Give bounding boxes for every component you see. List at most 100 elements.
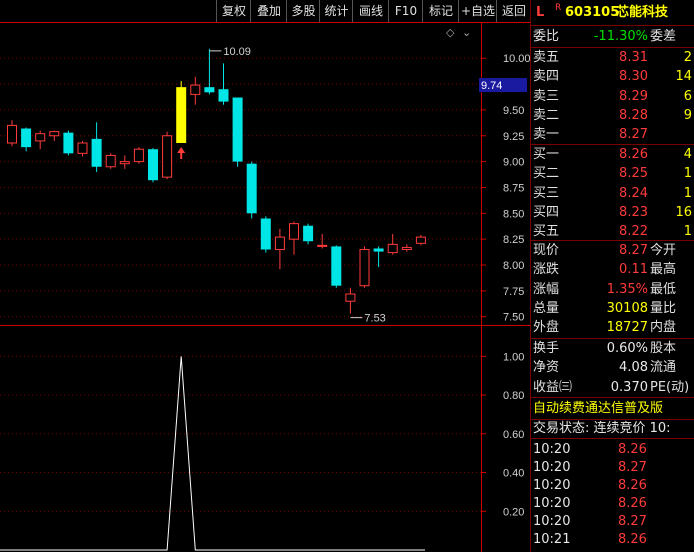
order-ratio-value: -11.30% xyxy=(593,29,648,44)
quote2-label2: PE(动) xyxy=(650,379,690,395)
asks-value: 8.28 xyxy=(619,107,648,123)
candle-body xyxy=(148,149,158,181)
quote-label: 涨跌 xyxy=(533,262,560,278)
toolbar-btn-7[interactable]: +自选 xyxy=(458,0,497,22)
bids-value: 8.25 xyxy=(619,166,648,182)
bids-value: 8.23 xyxy=(619,204,648,220)
toolbar-btn-5[interactable]: F10 xyxy=(388,0,423,22)
quote-label2: 今开 xyxy=(650,243,677,258)
quote-label: 外盘 xyxy=(533,320,560,336)
bids-value: 8.26 xyxy=(619,147,648,162)
asks-vol: 14 xyxy=(675,69,692,85)
bids-row-4[interactable]: 买五 1 8.22 xyxy=(530,222,694,241)
candle-body xyxy=(274,236,285,251)
candle-body xyxy=(176,87,187,143)
bids-row-2[interactable]: 买三 1 8.24 xyxy=(530,184,694,203)
tick-time: 10:21 xyxy=(533,532,571,547)
quote2-value: 0.370 xyxy=(610,379,648,395)
asks-vol: 6 xyxy=(683,88,692,104)
toolbar-btn-1[interactable]: 叠加 xyxy=(250,0,287,22)
bids-label: 买三 xyxy=(533,185,560,201)
candle-body xyxy=(289,223,299,240)
bids-label: 买四 xyxy=(533,204,560,220)
candle-body xyxy=(204,87,215,93)
candle-body xyxy=(415,236,426,244)
quote-row-0[interactable]: 现价 今开 8.27 xyxy=(530,241,694,260)
toolbar-btn-2[interactable]: 多股 xyxy=(286,0,320,22)
asks-row-2[interactable]: 卖三 6 8.29 xyxy=(530,87,694,106)
candle-body xyxy=(49,131,60,137)
candle-body xyxy=(7,124,17,144)
price-tick-label: 8.25 xyxy=(503,234,524,246)
quote2-label: 收益㈢ xyxy=(533,379,573,395)
bids-row-1[interactable]: 买二 1 8.25 xyxy=(530,164,694,183)
bids-label: 买五 xyxy=(533,224,560,240)
bids-vol: 1 xyxy=(683,166,692,182)
kline-chart[interactable]: 10.009.759.509.259.008.758.508.258.007.7… xyxy=(0,22,530,552)
toolbar-btn-8[interactable]: 返回 xyxy=(496,0,531,22)
quote2-label2: 流通 xyxy=(650,360,677,376)
asks-value: 8.27 xyxy=(619,127,648,143)
trade-status: 交易状态: 连续竞价 10: xyxy=(530,419,694,438)
tick-time: 10:20 xyxy=(533,478,571,493)
tick-time: 10:20 xyxy=(533,442,571,457)
signal-arrow-icon xyxy=(177,146,186,159)
toolbar: 复权 叠加 多股 统计 画线 F10 标记 +自选 返回 xyxy=(0,0,530,22)
high-annotation: 10.09 xyxy=(223,46,251,58)
quote2-label: 换手 xyxy=(533,341,560,356)
asks-label: 卖三 xyxy=(533,88,560,104)
tick-row: 10:20 8.27 xyxy=(530,458,694,477)
tick-time: 10:20 xyxy=(533,460,571,475)
stock-header: L R 603105 芯能科技 xyxy=(530,3,694,22)
bids-row-0[interactable]: 买一 4 8.26 xyxy=(530,145,694,164)
candle-body xyxy=(63,132,74,154)
quote2-value: 0.60% xyxy=(606,341,648,356)
options-icon: ◇ xyxy=(446,26,455,39)
quote-row-2[interactable]: 涨幅 最低 1.35% xyxy=(530,280,694,299)
price-tick-label: 9.25 xyxy=(503,131,524,143)
quote-row-1[interactable]: 涨跌 最高 0.11 xyxy=(530,260,694,279)
toolbar-btn-0[interactable]: 复权 xyxy=(216,0,251,22)
banner-text: 自动续费通达信普及版 xyxy=(533,401,664,416)
quote2-row-1[interactable]: 净资 流通 4.08 xyxy=(530,358,694,377)
asks-label: 卖五 xyxy=(533,50,560,65)
candle-body xyxy=(133,148,144,163)
ind-tick-label: 0.80 xyxy=(503,390,524,402)
promo-banner[interactable]: 自动续费通达信普及版 xyxy=(530,399,694,418)
r-mark: R xyxy=(555,3,562,13)
quote-row-4[interactable]: 外盘 内盘 18727 xyxy=(530,318,694,337)
toolbar-btn-4[interactable]: 画线 xyxy=(352,0,389,22)
toolbar-btn-3[interactable]: 统计 xyxy=(319,0,353,22)
order-ratio-row: 委比 -11.30% 委差 xyxy=(530,27,694,46)
quote-row-3[interactable]: 总量 量比 30108 xyxy=(530,299,694,318)
divider xyxy=(530,25,694,26)
ind-tick-label: 0.20 xyxy=(503,506,524,518)
asks-row-3[interactable]: 卖二 9 8.28 xyxy=(530,106,694,125)
candle-body xyxy=(91,138,102,167)
ind-tick-label: 0.40 xyxy=(503,468,524,480)
quote2-row-2[interactable]: 收益㈢ PE(动) 0.370 xyxy=(530,378,694,397)
bids-value: 8.22 xyxy=(619,224,648,240)
quote2-row-0[interactable]: 换手 股本 0.60% xyxy=(530,339,694,358)
ind-tick-label: 0.60 xyxy=(503,429,524,441)
asks-row-1[interactable]: 卖四 14 8.30 xyxy=(530,67,694,86)
candle-body xyxy=(77,142,88,154)
quote-label2: 最低 xyxy=(650,281,677,297)
price-tick-label: 7.50 xyxy=(503,312,524,324)
bids-row-3[interactable]: 买四 16 8.23 xyxy=(530,203,694,222)
quote-label2: 量比 xyxy=(650,300,677,316)
asks-row-0[interactable]: 卖五 2 8.31 xyxy=(530,48,694,67)
quote-label: 涨幅 xyxy=(533,281,560,297)
stock-name: 芯能科技 xyxy=(616,5,669,20)
bids-vol: 1 xyxy=(683,224,692,240)
quote-panel: L R 603105 芯能科技 委比 -11.30% 委差 卖五 2 8.31 卖四 1… xyxy=(530,0,694,552)
toolbar-btn-6[interactable]: 标记 xyxy=(422,0,459,22)
quote2-label: 净资 xyxy=(533,360,560,376)
trade-status-text: 交易状态: 连续竞价 10: xyxy=(533,421,671,436)
tick-row: 10:20 8.26 xyxy=(530,440,694,459)
tick-time: 10:20 xyxy=(533,496,571,511)
quote-value: 8.27 xyxy=(619,243,648,258)
bids-label: 买二 xyxy=(533,166,560,182)
candle-body xyxy=(190,84,201,95)
asks-row-4[interactable]: 卖一 8.27 xyxy=(530,125,694,144)
